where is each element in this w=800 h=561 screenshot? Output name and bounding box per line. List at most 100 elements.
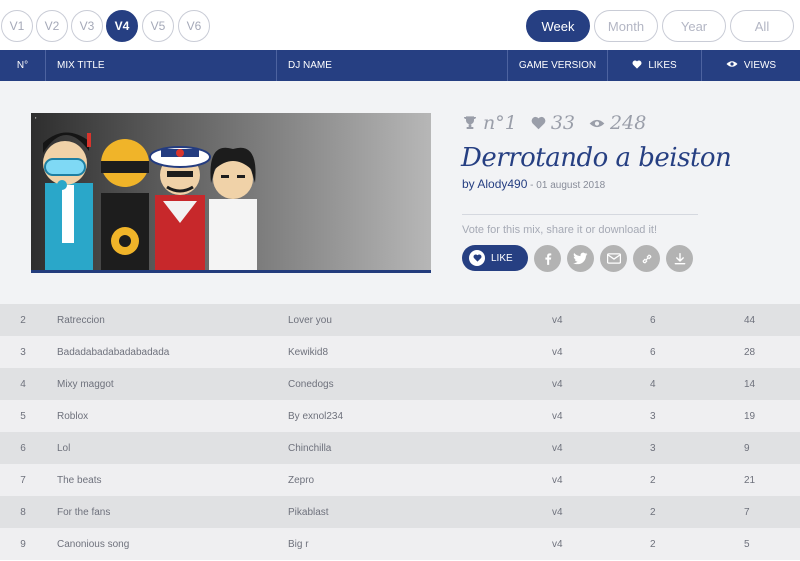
column-header-number[interactable]: N° bbox=[0, 50, 46, 81]
game-version: v4 bbox=[552, 378, 563, 390]
column-header-version[interactable]: GAME VERSION bbox=[508, 50, 608, 81]
column-header-title[interactable]: MIX TITLE bbox=[46, 50, 277, 81]
mix-title[interactable]: For the fans bbox=[57, 496, 110, 528]
column-header-likes[interactable]: LIKES bbox=[608, 50, 702, 81]
incredibox-characters-image: ' bbox=[35, 116, 257, 273]
version-v6-button[interactable]: V6 bbox=[178, 10, 210, 42]
dj-name[interactable]: Lover you bbox=[288, 304, 332, 336]
dj-name[interactable]: Kewikid8 bbox=[288, 336, 328, 368]
game-version: v4 bbox=[552, 506, 563, 518]
copy-link-button[interactable] bbox=[633, 245, 660, 272]
trophy-icon bbox=[464, 116, 476, 129]
dj-name[interactable]: Conedogs bbox=[288, 368, 334, 400]
twitter-icon bbox=[573, 252, 588, 265]
artwork-progress-bar bbox=[31, 270, 431, 273]
like-button-label: LIKE bbox=[491, 252, 513, 264]
likes-count: 4 bbox=[650, 378, 656, 390]
download-button[interactable] bbox=[666, 245, 693, 272]
views-count: 9 bbox=[744, 442, 750, 454]
table-row[interactable]: 8 For the fans Pikablast v4 2 7 bbox=[0, 496, 800, 528]
mix-title[interactable]: The beats bbox=[57, 464, 101, 496]
facebook-share-button[interactable] bbox=[534, 245, 561, 272]
vote-prompt: Vote for this mix, share it or download … bbox=[462, 224, 658, 236]
period-year-button[interactable]: Year bbox=[662, 10, 726, 42]
game-version: v4 bbox=[552, 346, 563, 358]
email-icon bbox=[606, 253, 621, 264]
likes-count: 3 bbox=[650, 442, 656, 454]
ranking-list: 2 Ratreccion Lover you v4 6 44 3 Badadab… bbox=[0, 304, 800, 560]
views-count: 7 bbox=[744, 506, 750, 518]
table-row[interactable]: 9 Canonious song Big r v4 2 5 bbox=[0, 528, 800, 560]
version-v1-button[interactable]: V1 bbox=[1, 10, 33, 42]
dj-name[interactable]: Pikablast bbox=[288, 496, 329, 528]
rank-number: 7 bbox=[20, 474, 26, 486]
eye-icon bbox=[589, 119, 605, 127]
period-week-button[interactable]: Week bbox=[526, 10, 590, 42]
featured-stats: n°1 33 248 bbox=[462, 111, 660, 135]
views-count: 21 bbox=[744, 474, 756, 486]
mix-artwork[interactable]: ' bbox=[31, 113, 431, 273]
table-row[interactable]: 2 Ratreccion Lover you v4 6 44 bbox=[0, 304, 800, 336]
rank-number: 5 bbox=[20, 410, 26, 422]
dj-name[interactable]: Chinchilla bbox=[288, 432, 331, 464]
featured-mix-title[interactable]: Derrotando a beiston bbox=[461, 143, 732, 173]
likes-count: 2 bbox=[650, 538, 656, 550]
column-header-dj[interactable]: DJ NAME bbox=[277, 50, 508, 81]
svg-text:': ' bbox=[35, 116, 37, 125]
likes-count: 6 bbox=[650, 346, 656, 358]
game-version: v4 bbox=[552, 314, 563, 326]
publish-date: - 01 august 2018 bbox=[527, 180, 606, 191]
rank-number: 9 bbox=[20, 538, 26, 550]
twitter-share-button[interactable] bbox=[567, 245, 594, 272]
version-v3-button[interactable]: V3 bbox=[71, 10, 103, 42]
by-prefix: by bbox=[462, 177, 475, 191]
game-version: v4 bbox=[552, 538, 563, 550]
table-row[interactable]: 7 The beats Zepro v4 2 21 bbox=[0, 464, 800, 496]
game-version: v4 bbox=[552, 442, 563, 454]
rank-number: 4 bbox=[20, 378, 26, 390]
mix-title[interactable]: Ratreccion bbox=[57, 304, 105, 336]
views-count: 28 bbox=[744, 346, 756, 358]
game-version: v4 bbox=[552, 410, 563, 422]
column-header-views[interactable]: VIEWS bbox=[702, 50, 800, 81]
mix-title[interactable]: Lol bbox=[57, 432, 70, 464]
author-link[interactable]: Alody490 bbox=[477, 177, 527, 191]
dj-name[interactable]: Zepro bbox=[288, 464, 314, 496]
views-count: 44 bbox=[744, 314, 756, 326]
rank-stat: n°1 bbox=[462, 112, 517, 134]
table-row[interactable]: 6 Lol Chinchilla v4 3 9 bbox=[0, 432, 800, 464]
likes-count: 3 bbox=[650, 410, 656, 422]
dj-name[interactable]: By exnol234 bbox=[288, 400, 343, 432]
table-row[interactable]: 3 Badadabadabadabadada Kewikid8 v4 6 28 bbox=[0, 336, 800, 368]
table-header: N° MIX TITLE DJ NAME GAME VERSION LIKES … bbox=[0, 50, 800, 81]
table-row[interactable]: 5 Roblox By exnol234 v4 3 19 bbox=[0, 400, 800, 432]
like-button[interactable]: LIKE bbox=[462, 245, 528, 271]
table-row[interactable]: 4 Mixy maggot Conedogs v4 4 14 bbox=[0, 368, 800, 400]
likes-stat: 33 bbox=[531, 112, 575, 134]
eye-icon bbox=[726, 60, 738, 71]
filter-bar: V1 V2 V3 V4 V5 V6 Week Month Year All bbox=[0, 0, 800, 50]
heart-icon bbox=[531, 116, 546, 130]
featured-byline: by Alody490 - 01 august 2018 bbox=[462, 177, 605, 191]
mix-title[interactable]: Mixy maggot bbox=[57, 368, 114, 400]
rank-number: 2 bbox=[20, 314, 26, 326]
email-share-button[interactable] bbox=[600, 245, 627, 272]
rank-number: 6 bbox=[20, 442, 26, 454]
ranking-page: V1 V2 V3 V4 V5 V6 Week Month Year All N°… bbox=[0, 0, 800, 561]
dj-name[interactable]: Big r bbox=[288, 528, 309, 560]
period-month-button[interactable]: Month bbox=[594, 10, 658, 42]
mix-title[interactable]: Canonious song bbox=[57, 528, 129, 560]
mix-title[interactable]: Roblox bbox=[57, 400, 88, 432]
divider bbox=[462, 214, 698, 215]
featured-mix: ' n°1 33 248 Derrotando a beiston by Alo… bbox=[0, 81, 800, 304]
game-version: v4 bbox=[552, 474, 563, 486]
rank-number: 3 bbox=[20, 346, 26, 358]
version-v4-button[interactable]: V4 bbox=[106, 10, 138, 42]
views-count: 14 bbox=[744, 378, 756, 390]
views-count: 19 bbox=[744, 410, 756, 422]
version-v2-button[interactable]: V2 bbox=[36, 10, 68, 42]
mix-title[interactable]: Badadabadabadabadada bbox=[57, 336, 169, 368]
rank-number: 8 bbox=[20, 506, 26, 518]
period-all-button[interactable]: All bbox=[730, 10, 794, 42]
version-v5-button[interactable]: V5 bbox=[142, 10, 174, 42]
